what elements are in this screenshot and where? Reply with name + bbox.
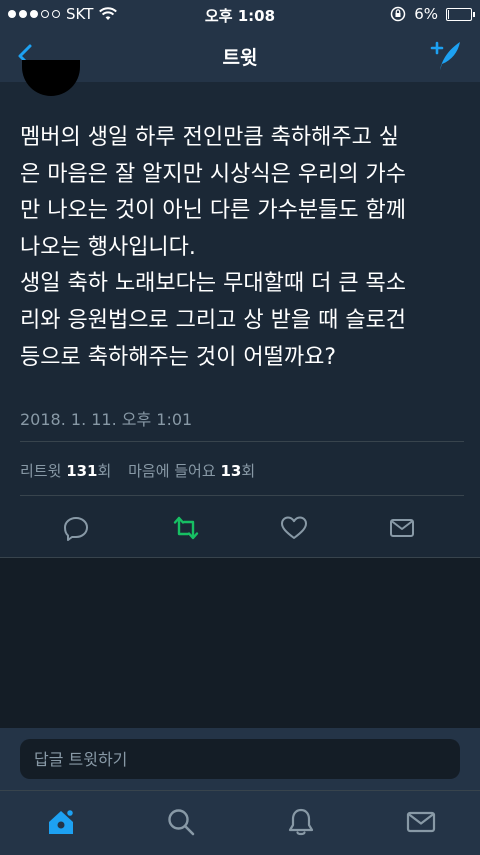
home-icon[interactable]: [46, 807, 76, 837]
tweet-text-line: 만 나오는 것이 아닌 다른 가수분들도 함께: [20, 198, 407, 224]
retweet-icon[interactable]: [172, 514, 200, 542]
tweet-timestamp: 2018. 1. 11. 오후 1:01: [20, 410, 193, 429]
heart-icon[interactable]: [280, 514, 308, 542]
notifications-icon[interactable]: [286, 807, 316, 837]
tab-bar: [0, 790, 480, 855]
tweet-text-line: 등으로 축하해주는 것이 어떨까요?: [20, 344, 337, 370]
battery-percent: 6%: [414, 5, 438, 23]
search-icon[interactable]: [166, 807, 196, 837]
like-label: 마음에 들어요: [128, 462, 216, 480]
reply-input[interactable]: [20, 739, 460, 779]
messages-icon[interactable]: [406, 807, 436, 837]
status-right: 6%: [390, 5, 475, 23]
divider: [20, 441, 464, 442]
reply-icon[interactable]: [62, 514, 90, 542]
tweet-text-line: 멤버의 생일 하루 전인만큼 축하해주고 싶: [20, 125, 400, 150]
retweet-unit: 회: [97, 462, 112, 480]
divider: [20, 495, 464, 496]
like-count: 13: [220, 462, 242, 480]
tweet-text-line: 은 마음은 잘 알지만 시상식은 우리의 가수: [20, 161, 407, 187]
compose-tweet-icon[interactable]: [428, 38, 464, 74]
tweet-text-line: 리와 응원법으로 그리고 상 받을 때 슬로건: [20, 307, 407, 333]
orientation-lock-icon: [390, 6, 406, 22]
battery-level: [448, 9, 449, 19]
message-icon[interactable]: [388, 514, 416, 542]
retweet-count: 131: [66, 462, 98, 480]
engagement-stats[interactable]: 리트윗 131회 마음에 들어요 13회: [20, 460, 255, 481]
tweet-text-line: 나오는 행사입니다.: [20, 234, 196, 260]
replies-area: [0, 558, 480, 728]
battery-icon: [446, 7, 475, 21]
author-avatar[interactable]: [22, 60, 80, 96]
retweet-label: 리트윗: [20, 462, 62, 480]
tweet-text-line: 생일 축하 노래보다는 무대할때 더 큰 목소: [20, 271, 407, 297]
reply-bar: [0, 728, 480, 790]
like-unit: 회: [241, 462, 256, 480]
tweet-text: 멤버의 생일 하루 전인만큼 축하해주고 싶은 마음은 잘 알지만 시상식은 우…: [20, 120, 464, 376]
status-bar: SKT 오후 1:08 6%: [0, 0, 480, 30]
